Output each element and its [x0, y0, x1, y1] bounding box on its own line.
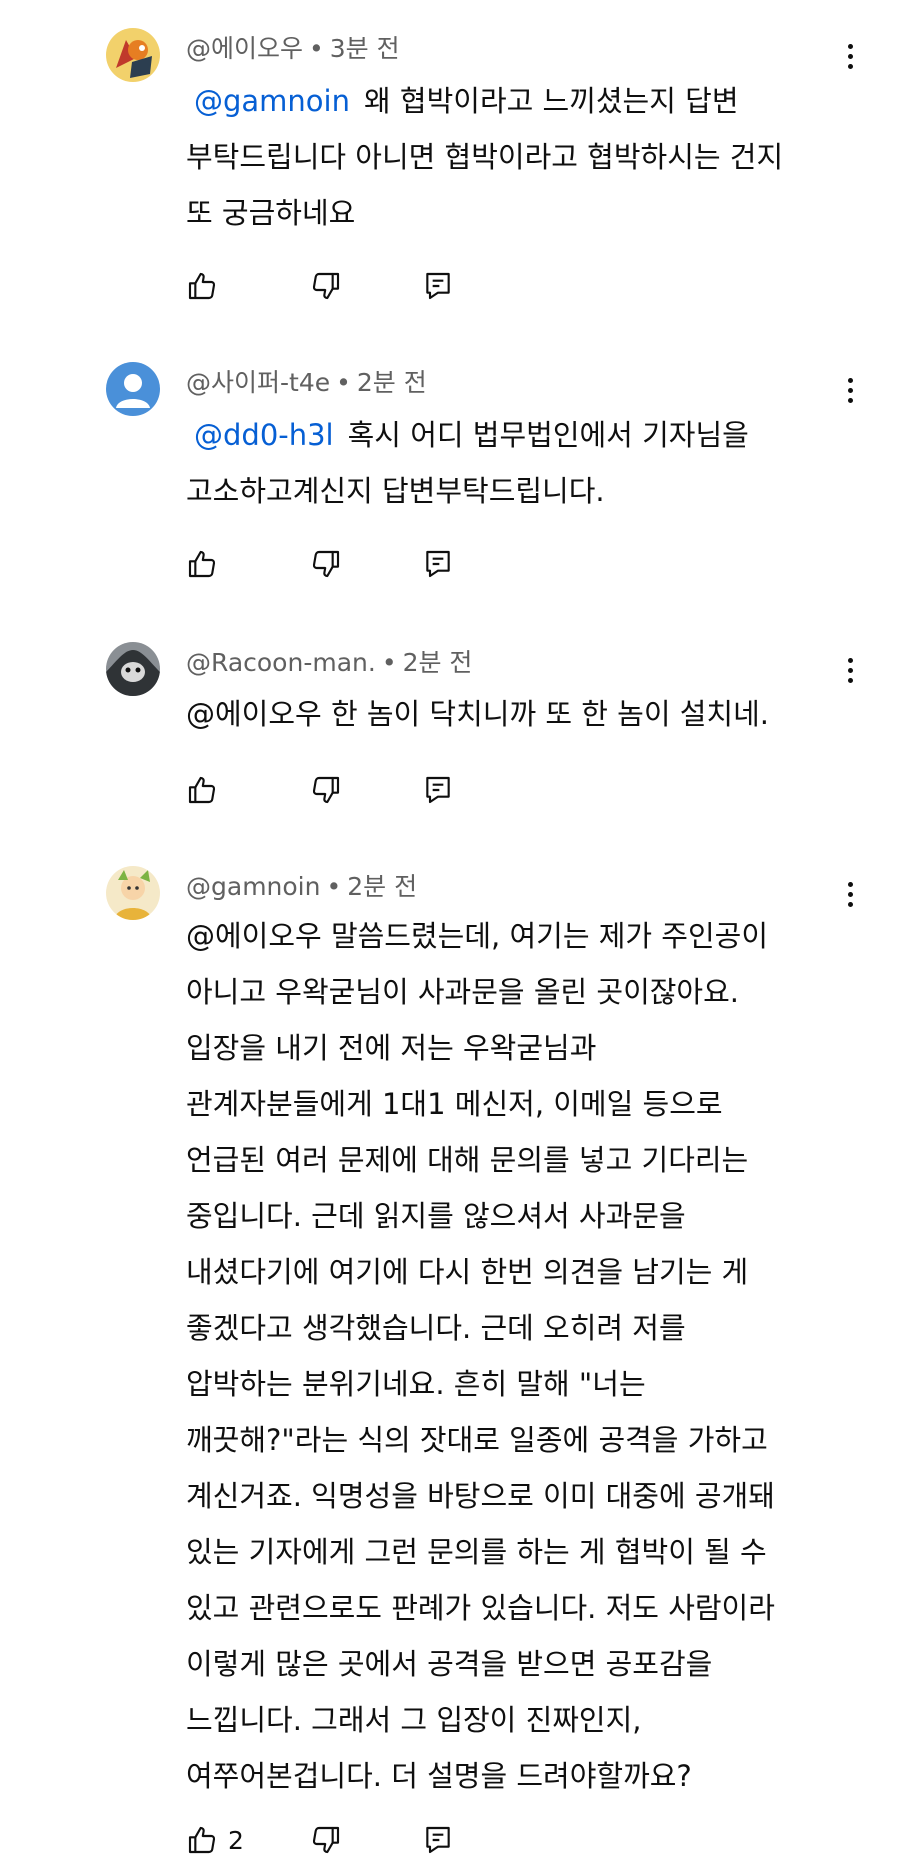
comment-text: @dd0-h3l 혹시 어디 법무법인에서 기자님을 고소하고계신지 답변부탁드립… [186, 407, 846, 519]
reply-button[interactable] [422, 268, 454, 304]
thumbs-down-icon [310, 774, 342, 806]
author-name[interactable]: @Racoon-man. [186, 648, 376, 677]
comment-line: 압박하는 분위기네요. 흔히 말해 "너는 [186, 1367, 646, 1401]
thumbs-up-icon [186, 1824, 218, 1856]
like-button[interactable] [186, 772, 228, 808]
comment-meta: @에이오우 • 3분 전 [186, 34, 400, 63]
avatar[interactable] [106, 362, 160, 416]
mention-link[interactable]: @dd0-h3l [194, 418, 334, 452]
comment-line: 중입니다. 근데 읽지를 않으셔서 사과문을 [186, 1199, 686, 1233]
author-name[interactable]: @gamnoin [186, 872, 320, 901]
reply-button[interactable] [422, 1822, 454, 1858]
thumbs-up-icon [186, 774, 218, 806]
like-button[interactable] [186, 546, 228, 582]
dislike-button[interactable] [310, 1822, 342, 1858]
comment-line: 이렇게 많은 곳에서 공격을 받으면 공포감을 [186, 1647, 713, 1681]
comment-actions [186, 772, 486, 808]
comment-time: 2분 전 [402, 648, 473, 677]
comment-line: 느낍니다. 그래서 그 입장이 진짜인지, [186, 1703, 642, 1737]
comment-line: 언급된 여러 문제에 대해 문의를 넣고 기다리는 [186, 1143, 749, 1177]
comment-text: @에이오우 말씀드렸는데, 여기는 제가 주인공이 아니고 우왁굳님이 사과문을… [186, 908, 846, 1804]
dislike-button[interactable] [310, 772, 342, 808]
comment-line-text: 혹시 어디 법무법인에서 기자님을 [347, 418, 749, 452]
comment-line: @에이오우 한 놈이 닥치니까 또 한 놈이 설치네. [186, 697, 769, 731]
comment-line-text: 왜 협박이라고 느끼셨는지 답변 [364, 84, 739, 118]
comment-line: 있는 기자에게 그런 문의를 하는 게 협박이 될 수 [186, 1535, 767, 1569]
like-count: 2 [228, 1825, 244, 1855]
comment-line: 아니고 우왁굳님이 사과문을 올린 곳이잖아요. [186, 975, 740, 1009]
thumbs-up-icon [186, 270, 218, 302]
more-vert-icon[interactable] [838, 370, 862, 410]
comment-line: 내셨다기에 여기에 다시 한번 의견을 남기는 게 [186, 1255, 749, 1289]
comment-actions [186, 546, 486, 582]
like-button[interactable] [186, 268, 228, 304]
thumbs-down-icon [310, 548, 342, 580]
like-button[interactable]: 2 [186, 1822, 244, 1858]
dislike-button[interactable] [310, 268, 342, 304]
thumbs-down-icon [310, 270, 342, 302]
avatar[interactable] [106, 642, 160, 696]
comment-line: 부탁드립니다 아니면 협박이라고 협박하시는 건지 [186, 140, 784, 174]
comment-meta: @gamnoin • 2분 전 [186, 872, 418, 901]
comment-line: 여쭈어본겁니다. 더 설명을 드려야할까요? [186, 1759, 692, 1793]
avatar[interactable] [106, 28, 160, 82]
thumbs-up-icon [186, 548, 218, 580]
reply-icon [422, 774, 454, 806]
comment-actions [186, 268, 486, 304]
comment-meta: @사이퍼-t4e • 2분 전 [186, 368, 427, 397]
comment-line: 입장을 내기 전에 저는 우왁굳님과 [186, 1031, 597, 1065]
author-name[interactable]: @에이오우 [186, 34, 303, 63]
comment-line: 깨끗해?"라는 식의 잣대로 일종에 공격을 가하고 [186, 1423, 768, 1457]
comment-text: @gamnoin 왜 협박이라고 느끼셨는지 답변 부탁드립니다 아니면 협박이라… [186, 73, 846, 241]
more-vert-icon[interactable] [838, 650, 862, 690]
dislike-button[interactable] [310, 546, 342, 582]
avatar[interactable] [106, 866, 160, 920]
reply-button[interactable] [422, 546, 454, 582]
author-name[interactable]: @사이퍼-t4e [186, 368, 330, 397]
thumbs-down-icon [310, 1824, 342, 1856]
comment-line: 또 궁금하네요 [186, 196, 356, 230]
more-vert-icon[interactable] [838, 36, 862, 76]
comment-meta: @Racoon-man. • 2분 전 [186, 648, 473, 677]
comment-line: 계신거죠. 익명성을 바탕으로 이미 대중에 공개돼 [186, 1479, 775, 1513]
comment-line: 좋겠다고 생각했습니다. 근데 오히려 저를 [186, 1311, 686, 1345]
comment-time: 2분 전 [347, 872, 418, 901]
comment-line: @gamnoin 왜 협박이라고 느끼셨는지 답변 [186, 73, 846, 129]
comment-line: 고소하고계신지 답변부탁드립니다. [186, 474, 605, 508]
comment-actions: 2 [186, 1822, 486, 1858]
comment-line: @dd0-h3l 혹시 어디 법무법인에서 기자님을 [186, 407, 846, 463]
comment-time: 2분 전 [356, 368, 427, 397]
comment-line: @에이오우 말씀드렸는데, 여기는 제가 주인공이 [186, 919, 769, 953]
comment-text: @에이오우 한 놈이 닥치니까 또 한 놈이 설치네. [186, 686, 846, 742]
reply-button[interactable] [422, 772, 454, 808]
reply-icon [422, 270, 454, 302]
comment-line: 있고 관련으로도 판례가 있습니다. 저도 사람이라 [186, 1591, 775, 1625]
comment-line: 관계자분들에게 1대1 메신저, 이메일 등으로 [186, 1087, 723, 1121]
comment-time: 3분 전 [329, 34, 400, 63]
reply-icon [422, 1824, 454, 1856]
mention-link[interactable]: @gamnoin [194, 84, 350, 118]
reply-icon [422, 548, 454, 580]
